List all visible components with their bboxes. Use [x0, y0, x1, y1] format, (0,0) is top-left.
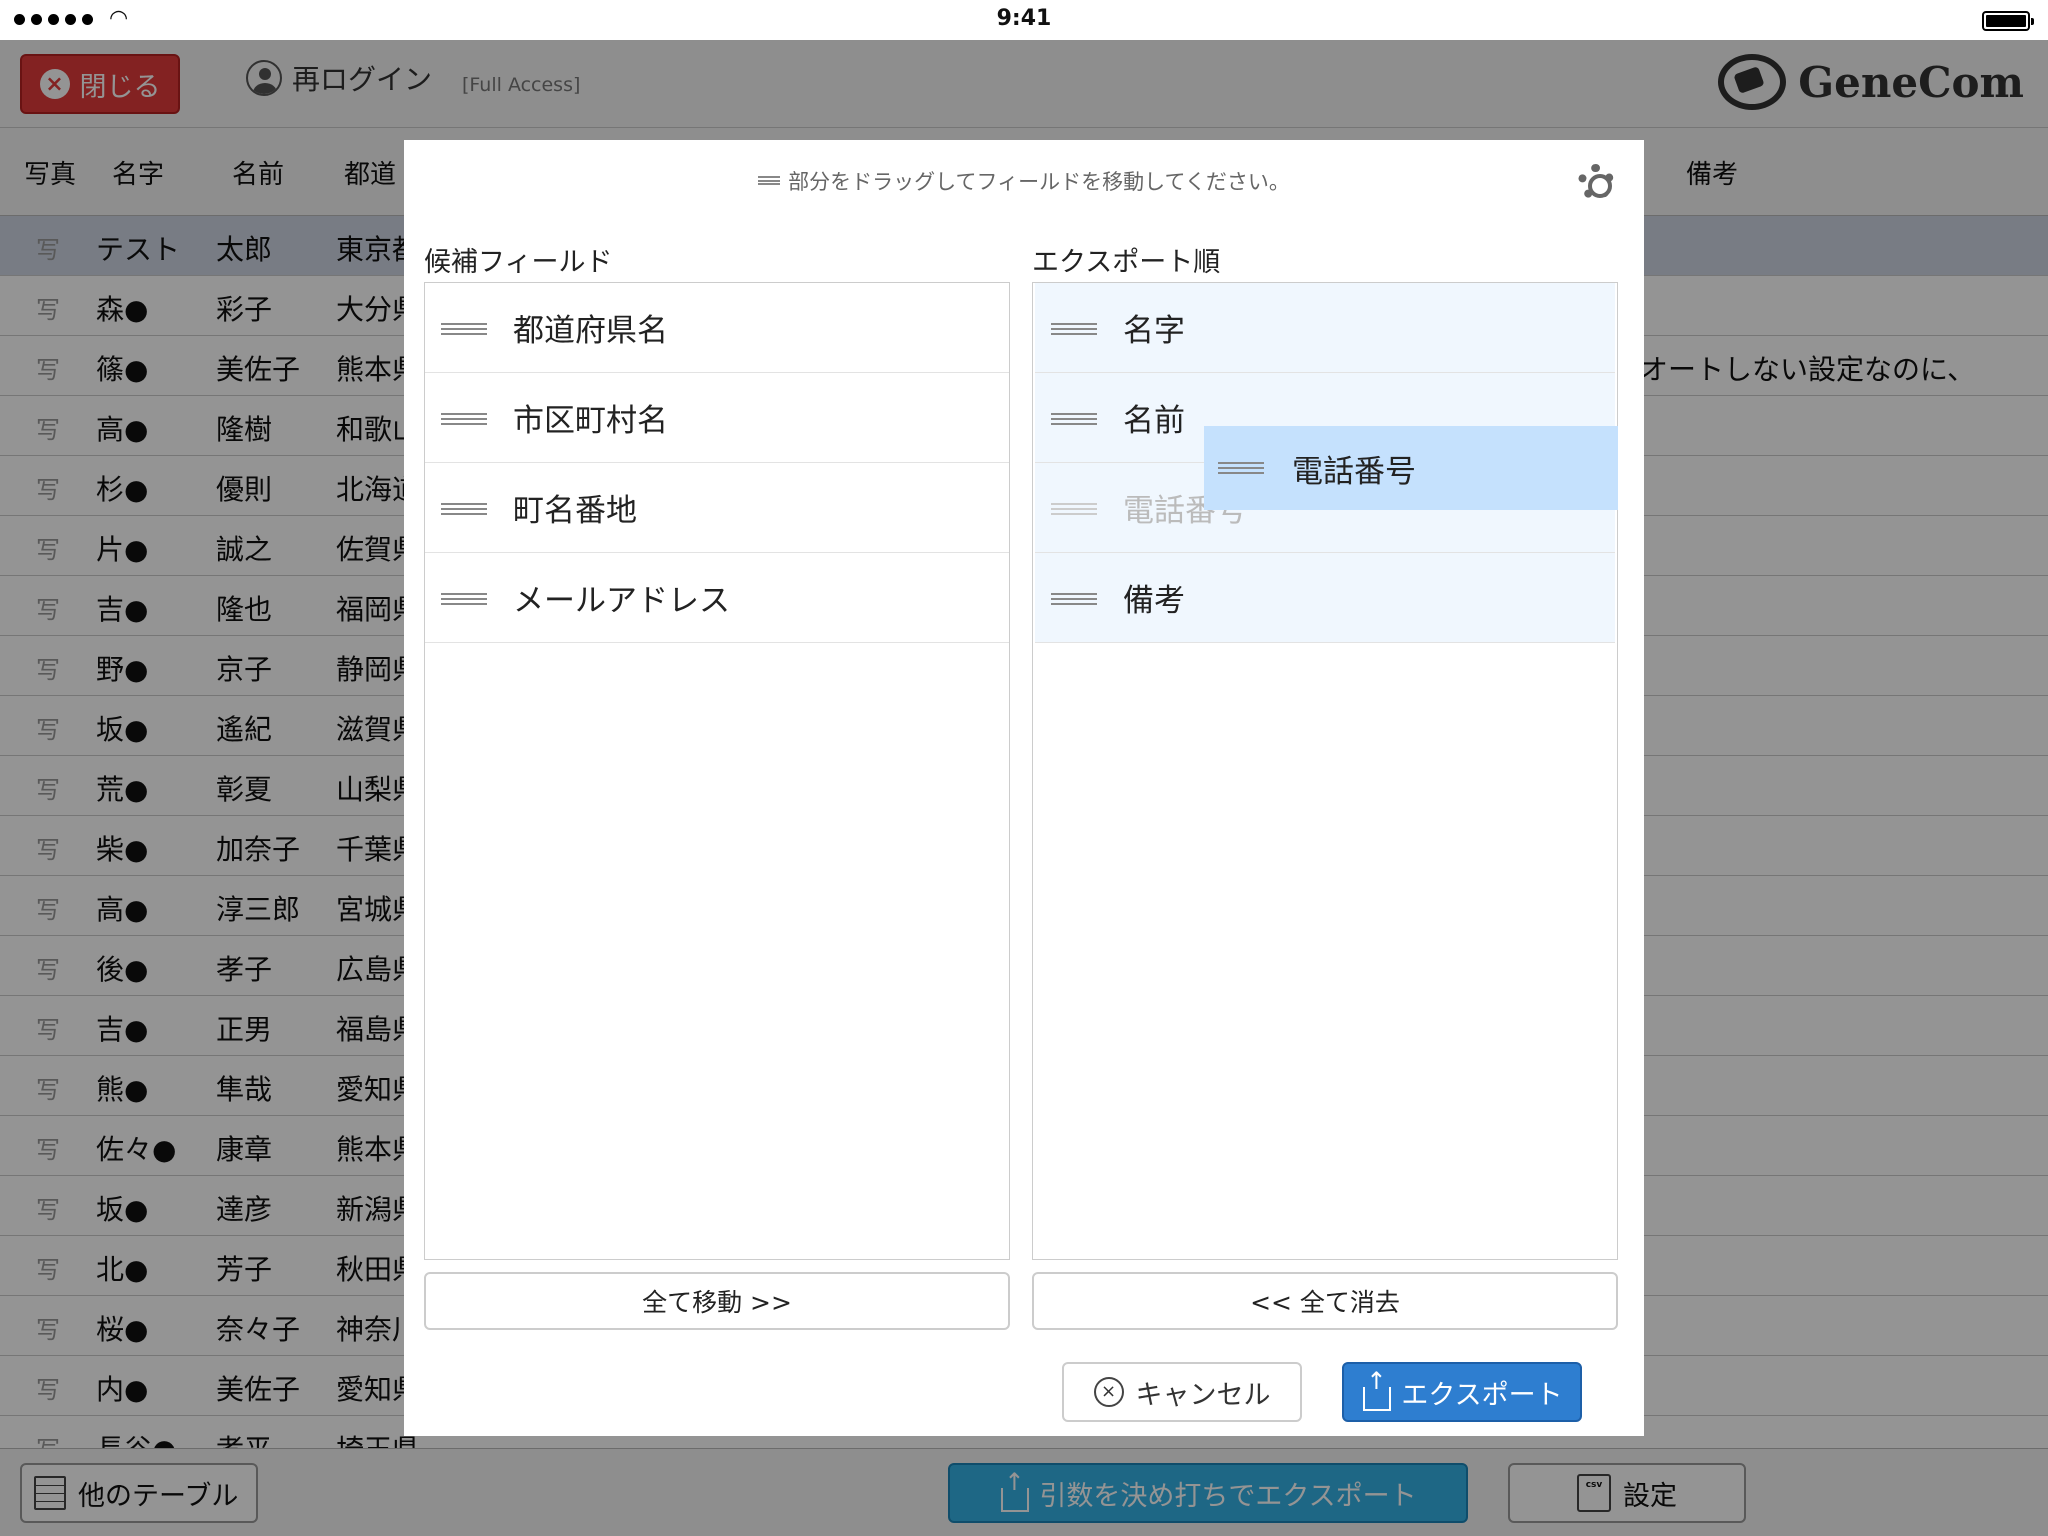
field-label: 名字	[1123, 313, 1185, 349]
drag-handle-icon[interactable]	[1051, 413, 1097, 425]
export-label: エクスポート	[1401, 1379, 1563, 1411]
battery-icon	[1982, 11, 2034, 31]
drag-hint: 部分をドラッグしてフィールドを移動してください。	[404, 166, 1644, 196]
drag-handle-icon	[758, 175, 781, 185]
field-label: 備考	[1123, 583, 1185, 619]
candidates-title: 候補フィールド	[424, 247, 613, 278]
cancel-label: キャンセル	[1135, 1379, 1271, 1411]
gear-icon[interactable]	[1578, 164, 1614, 200]
field-label: メールアドレス	[513, 583, 730, 619]
move-all-button[interactable]: 全て移動 >>	[424, 1272, 1010, 1330]
drag-handle-icon[interactable]	[1051, 593, 1097, 605]
field-label: 市区町村名	[513, 403, 668, 439]
dragging-field-label: 電話番号	[1292, 453, 1416, 490]
drag-handle-icon[interactable]	[441, 323, 487, 335]
order-title: エクスポート順	[1032, 247, 1221, 278]
drag-handle-icon[interactable]	[441, 593, 487, 605]
candidate-field-list[interactable]: 都道府県名市区町村名町名番地メールアドレス	[424, 282, 1010, 1260]
drag-handle-icon[interactable]	[1051, 323, 1097, 335]
share-icon	[1361, 1369, 1392, 1411]
field-item[interactable]: 市区町村名	[425, 373, 1009, 463]
drag-handle-icon	[1218, 462, 1264, 474]
field-label: 都道府県名	[513, 313, 668, 349]
drag-handle-icon[interactable]	[1051, 503, 1097, 515]
hint-text: 部分をドラッグしてフィールドを移動してください。	[788, 170, 1290, 194]
field-item[interactable]: 町名番地	[425, 463, 1009, 553]
field-item[interactable]: メールアドレス	[425, 553, 1009, 643]
field-item[interactable]: 都道府県名	[425, 283, 1009, 373]
clear-all-button[interactable]: << 全て消去	[1032, 1272, 1618, 1330]
clock: 9:41	[996, 6, 1052, 31]
field-label: 町名番地	[513, 493, 637, 529]
drag-handle-icon[interactable]	[441, 503, 487, 515]
field-item[interactable]: 名字	[1035, 283, 1615, 373]
dragging-field-card[interactable]: 電話番号	[1204, 426, 1618, 510]
drag-handle-icon[interactable]	[441, 413, 487, 425]
battery-fill	[1986, 15, 2026, 27]
cancel-button[interactable]: × キャンセル	[1062, 1362, 1302, 1422]
cancel-icon: ×	[1093, 1377, 1124, 1407]
status-bar: ◠ 9:41	[0, 0, 2048, 40]
field-label: 名前	[1123, 403, 1185, 439]
export-button[interactable]: エクスポート	[1342, 1362, 1582, 1422]
field-item[interactable]: 備考	[1035, 553, 1615, 643]
export-order-dialog: 部分をドラッグしてフィールドを移動してください。 候補フィールド エクスポート順…	[404, 140, 1644, 1436]
